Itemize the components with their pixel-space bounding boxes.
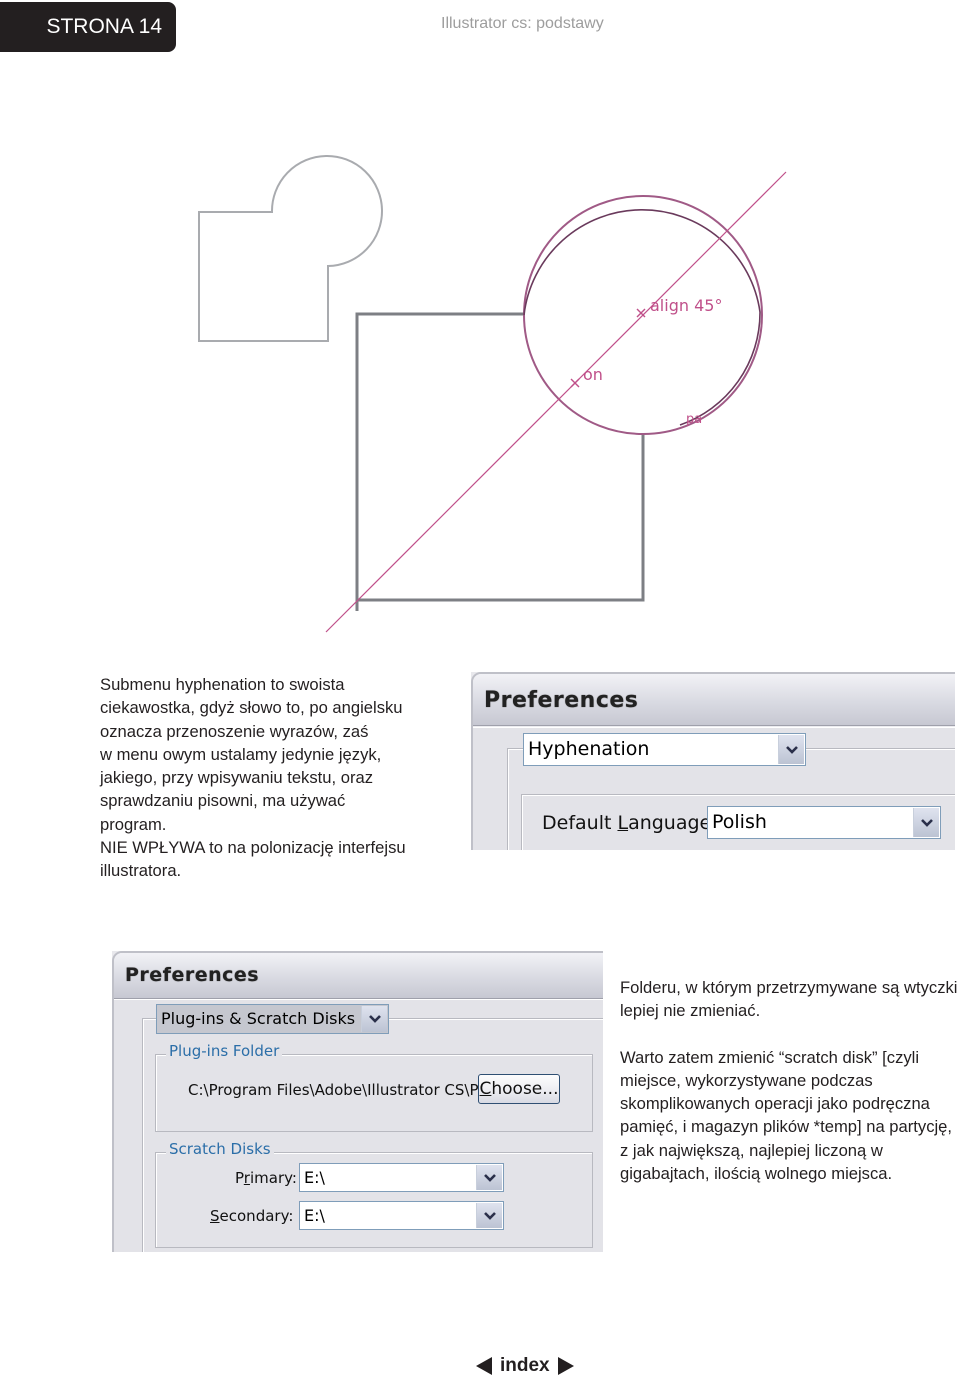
plugins-folder-legend: Plug-ins Folder <box>166 1041 283 1061</box>
chevron-down-icon[interactable] <box>361 1006 387 1032</box>
category-select[interactable]: Hyphenation <box>523 733 806 766</box>
paragraph: Folderu, w którym przetrzymywane są wtyc… <box>620 978 958 1021</box>
triangle-left-icon[interactable] <box>476 1357 492 1375</box>
category-select-value: Hyphenation <box>528 738 650 760</box>
guide-label-on: on <box>583 365 603 384</box>
page-navigation: index <box>476 1353 574 1378</box>
triangle-right-icon[interactable] <box>557 1357 574 1375</box>
text-line: NIE WPŁYWA to na polonizację interfejsu <box>100 838 406 858</box>
index-link[interactable]: index <box>500 1355 550 1377</box>
secondary-scratch-disk-value: E:\ <box>304 1206 325 1225</box>
default-language-value: Polish <box>712 811 767 833</box>
guide-label-path: pa <box>686 412 702 427</box>
default-language-select[interactable]: Polish <box>707 806 941 839</box>
dialog-titlebar: Preferences <box>473 674 955 726</box>
text-line: sprawdzaniu pisowni, ma używać <box>100 791 346 811</box>
scratch-disks-legend: Scratch Disks <box>166 1139 274 1159</box>
category-select[interactable]: Plug-ins & Scratch Disks <box>156 1004 389 1034</box>
dialog-title: Preferences <box>125 964 260 986</box>
page-number-tab: STRONA 14 <box>0 2 176 52</box>
choose-folder-button[interactable]: Choose... <box>478 1074 560 1104</box>
primary-scratch-disk-value: E:\ <box>304 1168 325 1187</box>
chevron-down-icon[interactable] <box>476 1203 502 1228</box>
circle-shape-dark-arc <box>523 209 761 426</box>
primary-scratch-disk-select[interactable]: E:\ <box>299 1163 504 1192</box>
guide-label-align: align 45° <box>650 296 722 315</box>
category-select-value: Plug-ins & Scratch Disks <box>161 1005 356 1033</box>
text-line: jakiego, przy wpisywaniu tekstu, oraz <box>100 768 373 788</box>
primary-label: Primary: <box>235 1169 297 1187</box>
paragraph: Warto zatem zmienić “scratch disk” [czyl… <box>620 1047 953 1184</box>
preferences-dialog-plugins: Preferences Plug-ins & Scratch Disks Plu… <box>112 951 603 1252</box>
align-45-guide-line <box>325 171 787 633</box>
chevron-down-icon[interactable] <box>913 808 939 837</box>
secondary-label: Secondary: <box>210 1207 294 1225</box>
chevron-down-icon[interactable] <box>476 1165 502 1190</box>
plugins-description: Folderu, w którym przetrzymywane są wtyc… <box>620 976 960 1185</box>
default-language-label: Default Language: <box>542 812 718 834</box>
text-line: Submenu hyphenation to swoista <box>100 675 345 694</box>
plugins-folder-path: C:\Program Files\Adobe\Illustrator CS\Pl… <box>188 1081 497 1099</box>
smart-guides-illustration: align 45° on pa <box>198 155 787 633</box>
secondary-scratch-disk-select[interactable]: E:\ <box>299 1201 504 1230</box>
hyphenation-description: Submenu hyphenation to swoista ciekawost… <box>100 673 460 883</box>
text-line: illustratora. <box>100 861 182 881</box>
book-title: Illustrator cs: podstawy <box>441 15 604 32</box>
text-line: ciekawostka, gdyż słowo to, po angielsku <box>100 698 403 718</box>
preferences-dialog-hyphenation: Preferences Hyphenation Default Language… <box>471 672 955 850</box>
large-square-shape <box>355 312 524 611</box>
text-line: program. <box>100 814 167 834</box>
text-line: oznacza przenoszenie wyrazów, zaś <box>100 721 369 741</box>
small-square-circle-shape <box>198 155 383 342</box>
text-line: w menu owym ustalamy jedynie język, <box>100 744 382 764</box>
chevron-down-icon[interactable] <box>778 735 804 764</box>
dialog-titlebar: Preferences <box>114 953 603 999</box>
dialog-title: Preferences <box>484 688 639 713</box>
